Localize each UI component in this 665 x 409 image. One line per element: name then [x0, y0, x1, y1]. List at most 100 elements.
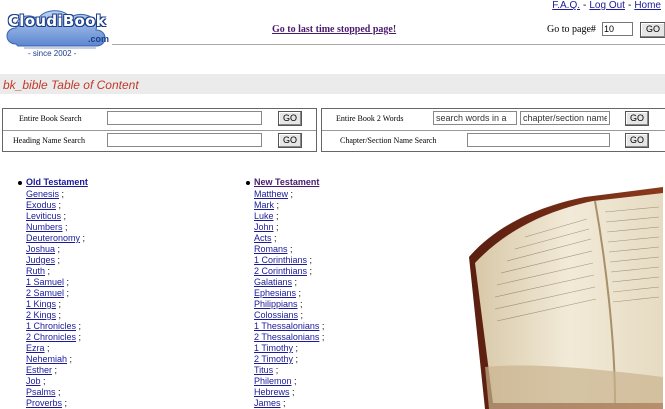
separator-text: ;	[295, 354, 299, 364]
separator-text: ;	[309, 266, 313, 276]
book-link[interactable]: 1 Corinthians	[254, 255, 307, 265]
book-link[interactable]: Leviticus	[26, 211, 61, 221]
home-link[interactable]: Home	[634, 0, 661, 11]
book-link[interactable]: Romans	[254, 244, 288, 254]
book-link[interactable]: 1 Samuel	[26, 277, 64, 287]
book-link[interactable]: James	[254, 398, 281, 408]
goto-page-input[interactable]	[602, 22, 633, 36]
book-list-item: 1 Kings ;	[26, 299, 85, 310]
book-list-item: Leviticus ;	[26, 211, 85, 222]
book-link[interactable]: Proverbs	[26, 398, 62, 408]
site-logo[interactable]: CloudiBook .com - since 2002 -	[2, 4, 112, 60]
entire-book-search-button[interactable]: GO	[278, 111, 302, 126]
two-words-input-2[interactable]	[520, 111, 610, 125]
separator: ;	[288, 244, 293, 254]
old-testament-books: Genesis ; Exodus ; Leviticus ; Numbers ; Deu…	[18, 189, 85, 409]
separator-text: ;	[309, 255, 313, 265]
separator: ;	[67, 354, 73, 364]
book-link[interactable]: 1 Thessalonians	[254, 321, 319, 331]
bullet-icon	[246, 181, 250, 185]
heading-name-search-button[interactable]: GO	[278, 133, 302, 148]
separator: ;	[293, 354, 299, 364]
book-list-item: Esther ;	[26, 365, 85, 376]
book-link[interactable]: Philippians	[254, 299, 298, 309]
book-link[interactable]: Titus	[254, 365, 273, 375]
separator-text: ;	[300, 310, 304, 320]
book-link[interactable]: Psalms	[26, 387, 56, 397]
book-link[interactable]: Ephesians	[254, 288, 296, 298]
book-link[interactable]: Colossians	[254, 310, 298, 320]
book-link[interactable]: 2 Kings	[26, 310, 56, 320]
book-link[interactable]: Esther	[26, 365, 52, 375]
book-link[interactable]: 2 Samuel	[26, 288, 64, 298]
book-link[interactable]: Ezra	[26, 343, 45, 353]
book-link[interactable]: Acts	[254, 233, 272, 243]
book-link[interactable]: Judges	[26, 255, 55, 265]
separator-text: ;	[321, 332, 325, 342]
book-link[interactable]: Ruth	[26, 266, 45, 276]
separator-text: ;	[66, 288, 70, 298]
book-link[interactable]: Exodus	[26, 200, 56, 210]
header-divider	[112, 44, 665, 45]
last-stopped-page-link[interactable]: Go to last time stopped page!	[272, 24, 396, 35]
book-list-item: 1 Thessalonians ;	[254, 321, 324, 332]
book-link[interactable]: Galatians	[254, 277, 292, 287]
separator: ;	[76, 332, 82, 342]
separator: ;	[296, 288, 302, 298]
book-list-item: Luke ;	[254, 211, 324, 222]
separator: ;	[319, 321, 325, 331]
faq-link[interactable]: F.A.Q.	[552, 0, 580, 11]
book-link[interactable]: 2 Timothy	[254, 354, 293, 364]
separator-text: ;	[47, 266, 51, 276]
two-words-search-button[interactable]: GO	[625, 111, 649, 126]
book-link[interactable]: Mark	[254, 200, 274, 210]
book-link[interactable]: 1 Chronicles	[26, 321, 76, 331]
book-list-item: Joshua ;	[26, 244, 85, 255]
book-link[interactable]: Philemon	[254, 376, 292, 386]
chapter-section-search-button[interactable]: GO	[625, 133, 649, 148]
book-link[interactable]: Genesis	[26, 189, 59, 199]
book-link[interactable]: Matthew	[254, 189, 288, 199]
book-link[interactable]: Numbers	[26, 222, 63, 232]
book-list-item: Job ;	[26, 376, 85, 387]
separator-text: ;	[292, 387, 295, 397]
separator-text: ;	[57, 244, 61, 254]
book-list-item: Genesis ;	[26, 189, 85, 200]
book-link[interactable]: Joshua	[26, 244, 55, 254]
book-link[interactable]: Deuteronomy	[26, 233, 80, 243]
book-list-item: Romans ;	[254, 244, 324, 255]
old-testament-heading[interactable]: Old Testament	[26, 177, 88, 187]
heading-name-search-input[interactable]	[107, 133, 262, 147]
separator: ;	[298, 310, 304, 320]
search-panel-right: Entire Book 2 Words GO Chapter/Section N…	[321, 108, 665, 152]
separator: ;	[55, 244, 61, 254]
logout-link[interactable]: Log Out	[589, 0, 625, 11]
separator: ;	[307, 255, 313, 265]
separator: ;	[61, 211, 67, 221]
book-link[interactable]: 2 Thessalonians	[254, 332, 319, 342]
book-link[interactable]: 2 Chronicles	[26, 332, 76, 342]
book-link[interactable]: Job	[26, 376, 41, 386]
heading-name-search-label: Heading Name Search	[13, 136, 85, 145]
book-list-item: Ruth ;	[26, 266, 85, 277]
book-link[interactable]: Hebrews	[254, 387, 290, 397]
goto-page-button[interactable]: GO	[640, 22, 665, 38]
separator: ;	[307, 266, 313, 276]
new-testament-heading[interactable]: New Testament	[254, 177, 319, 187]
book-link[interactable]: 1 Timothy	[254, 343, 293, 353]
book-list-item: 2 Timothy ;	[254, 354, 324, 365]
separator: ;	[298, 299, 303, 309]
book-link[interactable]: 1 Kings	[26, 299, 56, 309]
book-list-item: Acts ;	[254, 233, 324, 244]
two-words-input-1[interactable]	[433, 111, 517, 125]
separator-text: ;	[276, 222, 279, 232]
entire-book-search-input[interactable]	[107, 111, 262, 125]
separator: ;	[56, 299, 62, 309]
book-link[interactable]: John	[254, 222, 274, 232]
book-link[interactable]: Nehemiah	[26, 354, 67, 364]
separator-text: ;	[61, 189, 65, 199]
book-link[interactable]: Luke	[254, 211, 274, 221]
chapter-section-search-input[interactable]	[467, 133, 610, 147]
separator: ;	[45, 343, 50, 353]
book-link[interactable]: 2 Corinthians	[254, 266, 307, 276]
